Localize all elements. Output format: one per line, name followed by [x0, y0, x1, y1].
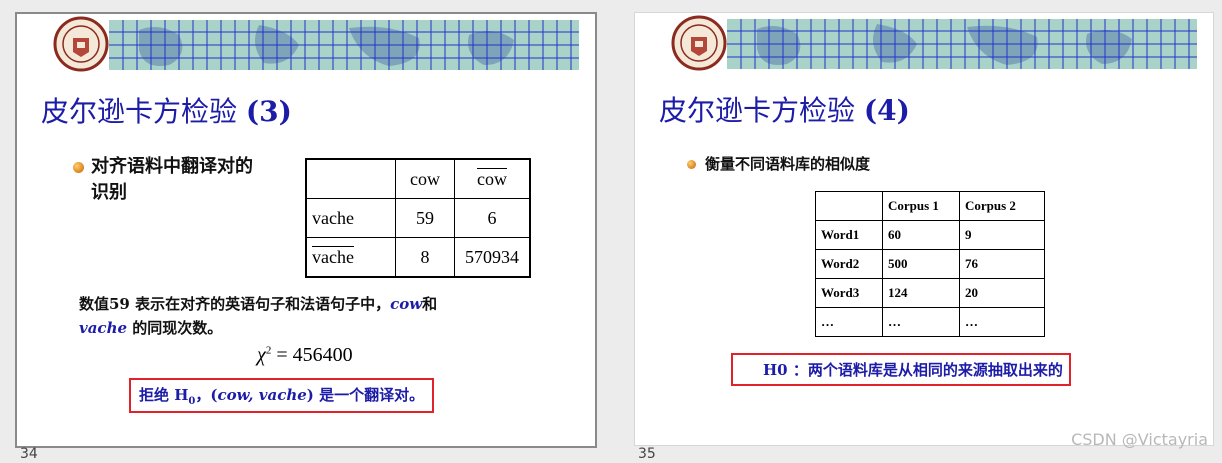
table-cell: [815, 191, 883, 221]
world-map-banner: [727, 19, 1197, 69]
bullet-text: 衡量不同语料库的相似度: [705, 155, 871, 173]
slide-title: 皮尔逊卡方检验 (3): [41, 95, 292, 128]
table-cell: 59: [395, 198, 455, 238]
table-cell: 124: [882, 278, 960, 308]
table-cell: 8: [395, 237, 455, 278]
table-cell: [305, 158, 396, 199]
table-cell: 76: [959, 249, 1045, 279]
university-seal-logo: [53, 16, 109, 72]
table-cell: 500: [882, 249, 960, 279]
table-row: Word2 500 76: [815, 249, 1045, 279]
table-cell: …: [882, 307, 960, 337]
explanation-text: 数值59 表示在对齐的英语句子和法语句子中，cow和 vache 的同现次数。: [79, 295, 438, 337]
table-cell: 570934: [454, 237, 531, 278]
table-row: … … …: [815, 307, 1045, 337]
chi-square-formula: χ2 = 456400: [257, 344, 353, 366]
contingency-table: cow cow vache 59 6 vache 8 570934: [305, 158, 531, 278]
table-cell: vache: [305, 237, 396, 278]
slide-34[interactable]: 皮尔逊卡方检验 (3) 对齐语料中翻译对的 识别 cow cow vache 59…: [15, 12, 597, 448]
table-row: vache 8 570934: [305, 237, 531, 278]
watermark: CSDN @Victayria: [1071, 430, 1208, 449]
bullet-icon: [687, 160, 696, 169]
table-cell: 9: [959, 220, 1045, 250]
table-cell: cow: [395, 158, 455, 199]
table-cell: cow: [454, 158, 531, 199]
table-cell: Word3: [815, 278, 883, 308]
table-cell: Corpus 1: [882, 191, 960, 221]
table-cell: 6: [454, 198, 531, 238]
table-row: cow cow: [305, 158, 531, 199]
table-cell: Corpus 2: [959, 191, 1045, 221]
table-row: Corpus 1 Corpus 2: [815, 191, 1045, 221]
bullet-text: 对齐语料中翻译对的 识别: [91, 156, 253, 203]
bullet-icon: [73, 162, 84, 173]
world-map-banner: [109, 20, 579, 70]
page-number: 34: [20, 446, 38, 462]
table-cell: Word1: [815, 220, 883, 250]
table-row: vache 59 6: [305, 198, 531, 238]
page-number: 35: [638, 446, 656, 462]
table-row: Word1 60 9: [815, 220, 1045, 250]
university-seal-logo: [671, 15, 727, 71]
table-cell: Word2: [815, 249, 883, 279]
table-cell: 20: [959, 278, 1045, 308]
table-cell: 60: [882, 220, 960, 250]
table-row: Word3 124 20: [815, 278, 1045, 308]
conclusion-box: 拒绝 H0，(cow, vache) 是一个翻译对。: [129, 378, 435, 413]
corpus-table: Corpus 1 Corpus 2 Word1 60 9 Word2 500 7…: [815, 191, 1045, 337]
table-cell: …: [815, 307, 883, 337]
hypothesis-box: H0 ：两个语料库是从相同的来源抽取出来的: [731, 353, 1071, 386]
table-cell: …: [959, 307, 1045, 337]
slide-title: 皮尔逊卡方检验 (4): [659, 94, 910, 127]
table-cell: vache: [305, 198, 396, 238]
slide-35[interactable]: 皮尔逊卡方检验 (4) 衡量不同语料库的相似度 Corpus 1 Corpus …: [634, 12, 1214, 446]
